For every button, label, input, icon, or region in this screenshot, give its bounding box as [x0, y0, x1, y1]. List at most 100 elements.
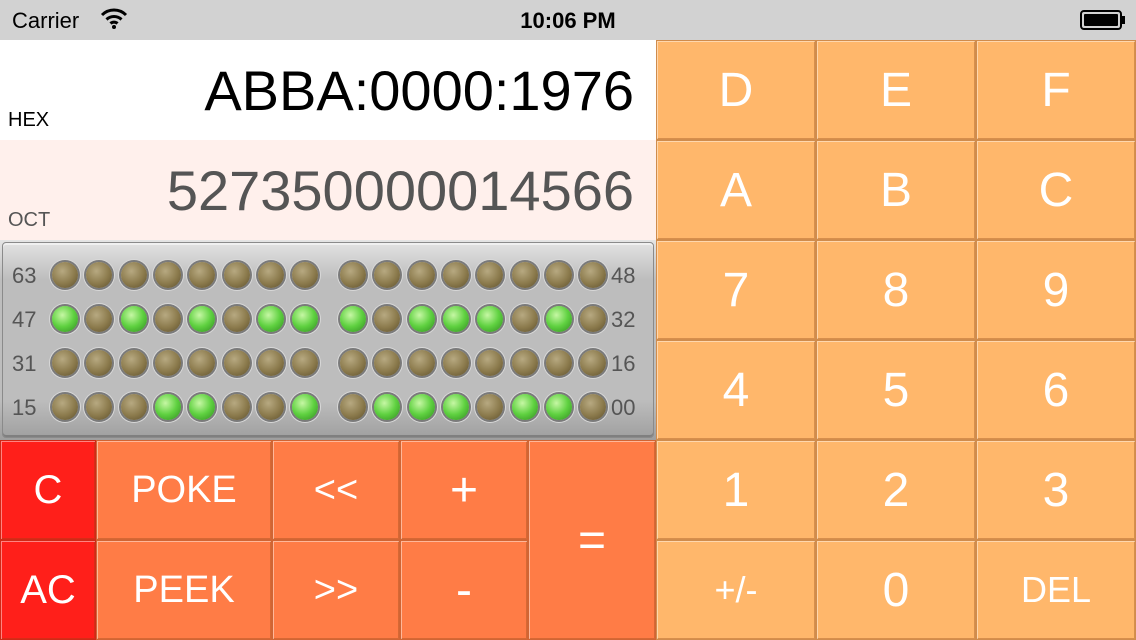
bit-led[interactable] [120, 350, 147, 376]
bit-led[interactable] [340, 350, 366, 376]
bit-led[interactable] [52, 350, 78, 376]
hex-display: ABBA:0000:1976 HEX [0, 40, 656, 140]
bit-led[interactable] [477, 394, 504, 420]
sign-toggle-button[interactable]: +/- [656, 540, 816, 640]
key-d[interactable]: D [656, 40, 816, 140]
bit-led[interactable] [374, 394, 401, 420]
bit-led[interactable] [442, 306, 469, 332]
bit-row-31-16: 31 16 [0, 343, 656, 383]
key-e[interactable]: E [816, 40, 976, 140]
key-a[interactable]: A [656, 140, 816, 240]
bit-led[interactable] [189, 350, 216, 376]
key-c[interactable]: C [976, 140, 1136, 240]
bit-led[interactable] [223, 306, 250, 332]
bit-led[interactable] [511, 350, 538, 376]
bit-led[interactable] [408, 306, 435, 332]
minus-button[interactable]: - [400, 540, 528, 640]
bit-led[interactable] [189, 262, 216, 288]
bit-led[interactable] [408, 350, 435, 376]
status-bar: Carrier 10:06 PM [0, 0, 1136, 40]
key-1[interactable]: 1 [656, 440, 816, 540]
bit-led[interactable] [292, 350, 319, 376]
bit-led[interactable] [580, 350, 607, 376]
bit-led[interactable] [374, 306, 401, 332]
oct-value: 527350000014566 [166, 159, 634, 222]
bit-led[interactable] [257, 394, 284, 420]
bit-led[interactable] [442, 262, 469, 288]
bit-led[interactable] [154, 394, 181, 420]
bit-led[interactable] [223, 350, 250, 376]
bit-row-label-left: 63 [12, 263, 37, 288]
key-7[interactable]: 7 [656, 240, 816, 340]
bit-led[interactable] [154, 350, 181, 376]
bit-led[interactable] [580, 394, 607, 420]
bit-led[interactable] [340, 262, 366, 288]
bit-led[interactable] [86, 350, 113, 376]
key-b[interactable]: B [816, 140, 976, 240]
equals-button[interactable]: = [528, 440, 656, 640]
bit-led[interactable] [477, 306, 504, 332]
bit-led[interactable] [511, 306, 538, 332]
bit-led[interactable] [442, 350, 469, 376]
key-3[interactable]: 3 [976, 440, 1136, 540]
bit-led[interactable] [545, 262, 572, 288]
poke-button[interactable]: POKE [96, 440, 272, 540]
bit-led[interactable] [374, 262, 401, 288]
bit-led[interactable] [340, 394, 366, 420]
bit-led[interactable] [340, 306, 366, 332]
key-6[interactable]: 6 [976, 340, 1136, 440]
clear-button[interactable]: C [0, 440, 96, 540]
bit-led[interactable] [511, 262, 538, 288]
bit-led[interactable] [257, 306, 284, 332]
bit-led[interactable] [545, 394, 572, 420]
bit-led[interactable] [189, 306, 216, 332]
bit-led[interactable] [511, 394, 538, 420]
key-0[interactable]: 0 [816, 540, 976, 640]
peek-button[interactable]: PEEK [96, 540, 272, 640]
key-9[interactable]: 9 [976, 240, 1136, 340]
bit-led[interactable] [86, 394, 113, 420]
shift-left-button[interactable]: << [272, 440, 400, 540]
shift-right-button[interactable]: >> [272, 540, 400, 640]
bit-led[interactable] [257, 262, 284, 288]
bit-led[interactable] [408, 394, 435, 420]
bit-led[interactable] [292, 394, 319, 420]
key-4[interactable]: 4 [656, 340, 816, 440]
bit-led[interactable] [545, 306, 572, 332]
bit-led[interactable] [580, 306, 607, 332]
bit-row-label-right: 16 [611, 351, 636, 376]
bit-led[interactable] [189, 394, 216, 420]
bit-led[interactable] [154, 262, 181, 288]
bit-led[interactable] [477, 350, 504, 376]
bit-led[interactable] [154, 306, 181, 332]
bit-panel: 63 48 47 32 31 16 15 00 [0, 240, 656, 440]
bit-led[interactable] [292, 306, 319, 332]
bit-led[interactable] [223, 394, 250, 420]
bit-led[interactable] [477, 262, 504, 288]
bit-led[interactable] [120, 262, 147, 288]
bit-led[interactable] [408, 262, 435, 288]
bit-led[interactable] [120, 306, 147, 332]
key-2[interactable]: 2 [816, 440, 976, 540]
bit-led[interactable] [545, 350, 572, 376]
bit-row-label-right: 32 [611, 307, 636, 332]
bit-led[interactable] [580, 262, 607, 288]
bit-led[interactable] [442, 394, 469, 420]
delete-button[interactable]: DEL [976, 540, 1136, 640]
bit-led[interactable] [292, 262, 319, 288]
plus-button[interactable]: + [400, 440, 528, 540]
bit-led[interactable] [86, 262, 113, 288]
bit-led[interactable] [223, 262, 250, 288]
bit-led[interactable] [52, 306, 78, 332]
bit-led[interactable] [52, 262, 78, 288]
key-5[interactable]: 5 [816, 340, 976, 440]
bit-led[interactable] [86, 306, 113, 332]
bit-led[interactable] [257, 350, 284, 376]
bit-led[interactable] [374, 350, 401, 376]
all-clear-button[interactable]: AC [0, 540, 96, 640]
key-f[interactable]: F [976, 40, 1136, 140]
key-8[interactable]: 8 [816, 240, 976, 340]
hex-label: HEX [8, 109, 50, 131]
bit-led[interactable] [120, 394, 147, 420]
bit-led[interactable] [52, 394, 78, 420]
